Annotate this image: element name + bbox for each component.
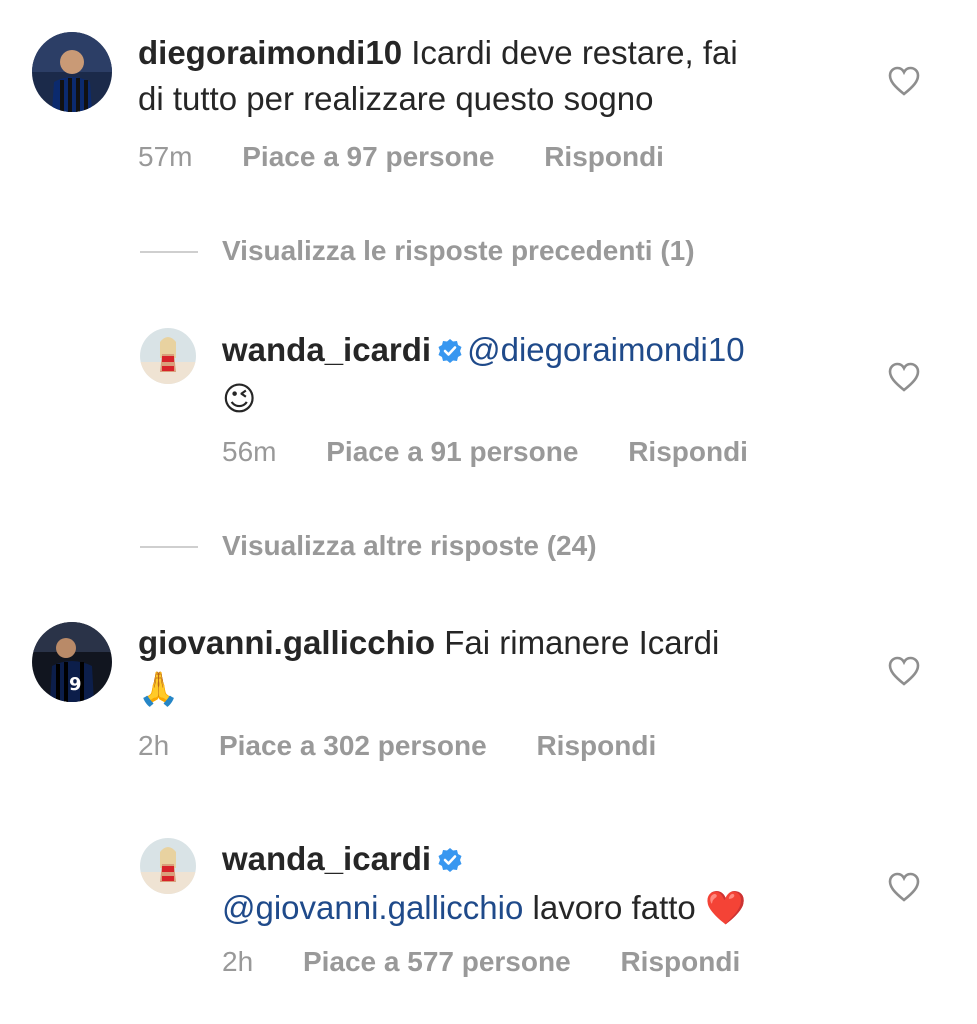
comment-time: 57m bbox=[138, 141, 193, 172]
comment-meta: 2h Piace a 302 persone Rispondi bbox=[138, 729, 656, 763]
reply-button[interactable]: Rispondi bbox=[544, 140, 664, 174]
likes-count[interactable]: Piace a 97 persone bbox=[242, 140, 494, 174]
likes-count[interactable]: Piace a 302 persone bbox=[219, 729, 487, 763]
avatar[interactable] bbox=[140, 328, 196, 384]
view-previous-replies-button[interactable]: Visualizza le risposte precedenti (1) bbox=[222, 234, 695, 268]
comment-text: diegoraimondi10 Icardi deve restare, fai… bbox=[138, 30, 838, 122]
heart-icon[interactable] bbox=[888, 656, 920, 691]
comment-meta: 2h Piace a 577 persone Rispondi bbox=[222, 945, 740, 979]
comment-username[interactable]: giovanni.gallicchio bbox=[138, 624, 435, 661]
likes-count[interactable]: Piace a 91 persone bbox=[326, 435, 578, 469]
svg-text:9: 9 bbox=[69, 674, 82, 695]
red-heart-emoji: ❤️ bbox=[704, 888, 747, 927]
reply-button[interactable]: Rispondi bbox=[620, 945, 740, 979]
comment-body-continued: di tutto per realizzare questo sogno bbox=[138, 80, 654, 117]
comment-text: wanda_icardi @giovanni.gallicchio lavoro… bbox=[222, 836, 872, 931]
comment-text: giovanni.gallicchio Fai rimanere Icardi … bbox=[138, 620, 858, 712]
comment-body: Fai rimanere Icardi bbox=[435, 624, 720, 661]
comment-text: wanda_icardi @diegoraimondi10 😉 bbox=[222, 327, 872, 422]
avatar[interactable] bbox=[32, 32, 112, 112]
comment-username[interactable]: diegoraimondi10 bbox=[138, 34, 402, 71]
divider bbox=[140, 546, 198, 548]
divider bbox=[140, 251, 198, 253]
mention-link[interactable]: @diegoraimondi10 bbox=[467, 331, 745, 368]
comment-meta: 56m Piace a 91 persone Rispondi bbox=[222, 435, 748, 469]
mention-link[interactable]: @giovanni.gallicchio bbox=[222, 889, 523, 926]
comment-time: 56m bbox=[222, 436, 277, 467]
view-more-replies-button[interactable]: Visualizza altre risposte (24) bbox=[222, 529, 597, 563]
wink-emoji: 😉 bbox=[222, 379, 257, 418]
comment-body: lavoro fatto bbox=[523, 889, 705, 926]
likes-count[interactable]: Piace a 577 persone bbox=[303, 945, 571, 979]
comment-username[interactable]: wanda_icardi bbox=[222, 331, 431, 368]
reply-button[interactable]: Rispondi bbox=[536, 729, 656, 763]
comment-body: Icardi deve restare, fai bbox=[402, 34, 738, 71]
comment-time: 2h bbox=[222, 946, 254, 977]
heart-icon[interactable] bbox=[888, 66, 920, 101]
comment-time: 2h bbox=[138, 730, 170, 761]
heart-icon[interactable] bbox=[888, 872, 920, 907]
reply-button[interactable]: Rispondi bbox=[628, 435, 748, 469]
comment-username[interactable]: wanda_icardi bbox=[222, 840, 431, 877]
heart-icon[interactable] bbox=[888, 362, 920, 397]
comment-meta: 57m Piace a 97 persone Rispondi bbox=[138, 140, 664, 174]
avatar[interactable]: 9 bbox=[32, 622, 112, 702]
praying-hands-emoji: 🙏 bbox=[138, 669, 180, 708]
verified-badge-icon bbox=[437, 839, 463, 885]
avatar[interactable] bbox=[140, 838, 196, 894]
verified-badge-icon bbox=[437, 330, 463, 376]
